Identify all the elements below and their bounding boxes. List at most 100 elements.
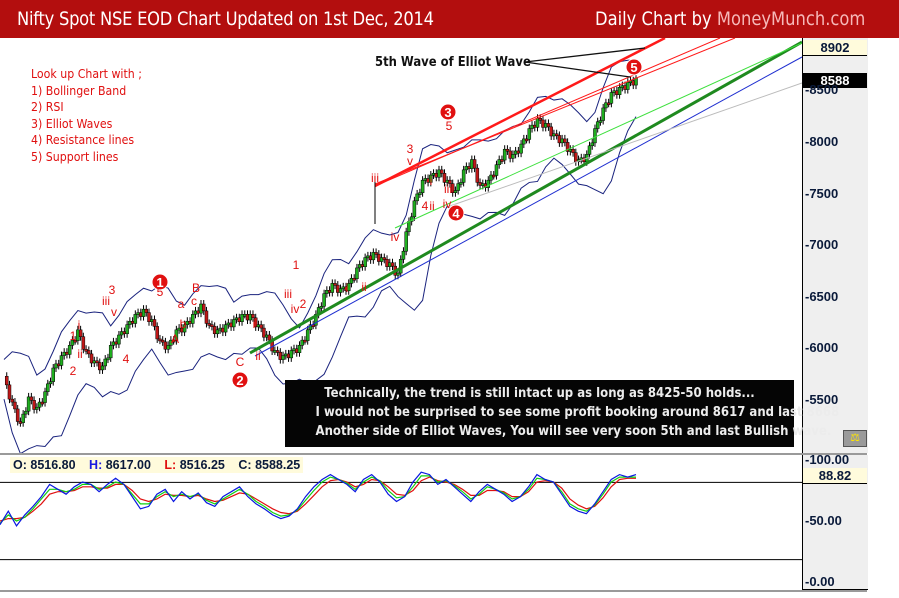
minor-wave-label: C (236, 355, 245, 369)
candle (29, 396, 34, 401)
candle (223, 324, 228, 333)
minor-wave-label: 5 (446, 119, 453, 133)
minor-wave-label: 2 (70, 364, 77, 378)
candle (297, 345, 302, 353)
minor-wave-label: iv (291, 302, 300, 316)
candle (35, 406, 39, 410)
rsi-tick-label: -50.00 (805, 513, 842, 528)
candle (144, 308, 149, 313)
candle (609, 92, 614, 104)
candle (412, 200, 417, 218)
minor-wave-label: iii (102, 294, 110, 308)
minor-wave-label: iv (391, 230, 400, 244)
minor-wave-label: i (346, 281, 349, 295)
brand-prefix: Daily Chart by (594, 8, 717, 30)
support-line-blue (254, 56, 802, 357)
candle (407, 221, 411, 233)
minor-wave-label: b (180, 317, 187, 331)
minor-wave-label: 1 (293, 258, 300, 272)
minor-wave-label: 4 (422, 199, 429, 213)
candle (21, 413, 25, 423)
candle (601, 107, 605, 121)
brand-site-link[interactable]: MoneyMunch.com (717, 8, 865, 30)
candle (626, 81, 630, 90)
candle (155, 326, 159, 340)
candle (125, 324, 129, 335)
candle (232, 319, 236, 328)
minor-wave-label: A (171, 332, 179, 346)
candle (527, 128, 532, 140)
minor-wave-label: i (253, 317, 256, 331)
analysis-note: Technically, the trend is still intact u… (285, 380, 840, 447)
candle (15, 408, 20, 422)
price-tick-label: -8500 (805, 82, 839, 98)
minor-wave-label: v (407, 154, 413, 168)
minor-wave-label: 1 (70, 329, 77, 343)
bottom-scrollbar[interactable] (0, 590, 867, 592)
lookup-item: 3) Elliot Waves (31, 115, 113, 131)
minor-wave-label: iii (284, 287, 292, 301)
candle (355, 267, 359, 279)
scale-balance-icon[interactable]: ⚖ (843, 430, 867, 447)
major-wave-label: 3 (444, 105, 451, 120)
candle (13, 401, 17, 410)
note-line: Technically, the trend is still intact u… (324, 386, 755, 401)
lookup-item: 4) Resistance lines (31, 132, 135, 147)
candle (166, 345, 170, 350)
candle (319, 306, 324, 309)
price-tick-label: -7000 (805, 237, 839, 253)
price-tick-label: -5500 (805, 392, 839, 407)
minor-wave-label: 2 (300, 297, 307, 311)
candle (590, 142, 594, 147)
candle (401, 250, 406, 260)
candle (87, 350, 91, 355)
price-tick-label: -7500 (805, 185, 839, 201)
candle (117, 334, 121, 345)
candle (459, 182, 463, 185)
candle (439, 169, 444, 174)
lookup-legend: Look up Chart with ; 1) Bollinger Band 2… (31, 66, 142, 165)
candle (475, 167, 480, 183)
candle (51, 367, 55, 382)
minor-wave-label: ii (255, 349, 260, 363)
minor-wave-label: iii (444, 182, 452, 196)
note-line: I would not be surprised to see some pro… (315, 405, 840, 420)
price-tick-label: -8000 (805, 134, 839, 149)
candle (259, 324, 263, 329)
candle (587, 145, 592, 155)
candle (571, 148, 575, 153)
candle (215, 329, 220, 335)
candle (617, 87, 622, 95)
header-bar: Nifty Spot NSE EOD Chart Updated on 1st … (0, 0, 899, 38)
price-tick-label: -6000 (805, 340, 839, 356)
minor-wave-label: a (178, 297, 185, 311)
support-line-major (249, 40, 802, 355)
candle (106, 357, 110, 361)
candle (322, 293, 326, 307)
candle (404, 231, 408, 252)
page-title: Nifty Spot NSE EOD Chart Updated on 1st … (17, 8, 434, 30)
rsi-tick-label: -0.00 (805, 574, 835, 589)
candle (267, 334, 272, 341)
minor-wave-label: iv (443, 197, 452, 211)
major-wave-label: 2 (236, 373, 243, 388)
candle (4, 376, 9, 386)
minor-wave-label: i (430, 174, 433, 188)
rsi-chart (0, 471, 802, 561)
candle (24, 410, 28, 415)
candle (396, 272, 400, 276)
candle (390, 262, 395, 267)
minor-wave-label: B (192, 281, 200, 295)
major-wave-label: 5 (630, 60, 637, 75)
lookup-item: 2) RSI (31, 99, 64, 114)
candle (100, 365, 105, 371)
candle (48, 381, 53, 385)
minor-wave-label: iii (371, 171, 379, 185)
candle (472, 159, 477, 169)
candle (204, 310, 209, 324)
minor-wave-label: ii (77, 347, 82, 361)
candle (10, 398, 14, 403)
candle (563, 138, 567, 143)
candle (305, 329, 310, 341)
candle (453, 190, 458, 193)
